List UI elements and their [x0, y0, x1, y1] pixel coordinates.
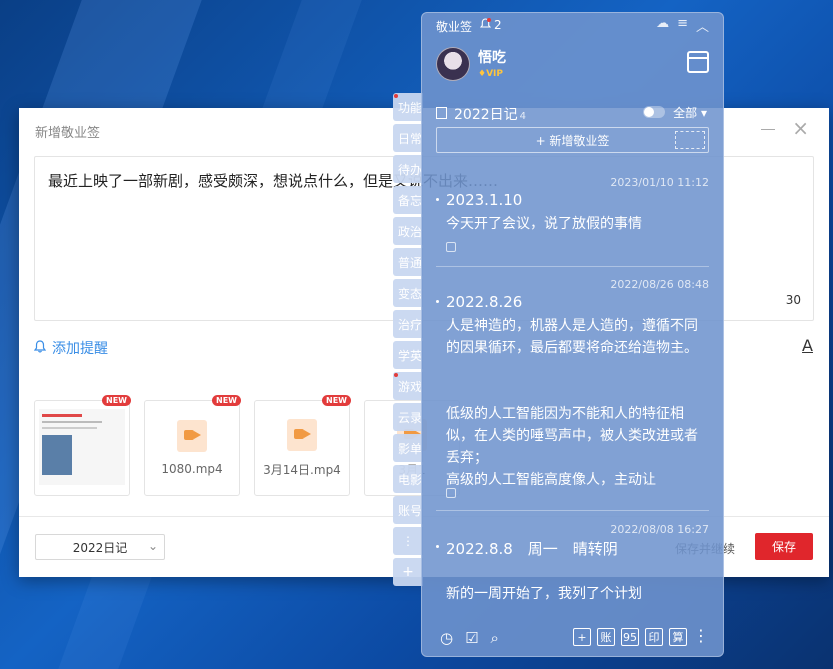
category-tab[interactable]: 功能: [393, 93, 423, 121]
category-tab[interactable]: 待办: [393, 155, 423, 183]
note-time: 2022/08/26 08:48: [610, 278, 709, 291]
note-item[interactable]: 2022/08/26 08:48 2022.8.26 人是神造的，机器人是人造的…: [436, 278, 709, 498]
notebook-select-value: 2022日记: [72, 540, 128, 555]
notes-panel: 敬业签 2 ☁ ≡ ︿ 悟吃 ♦VIP 2022日记 4 全部 ▾ + 新增敬业签…: [421, 12, 724, 657]
cloud-sync-icon[interactable]: ☁: [656, 16, 669, 35]
username: 悟吃: [478, 50, 506, 66]
notebook-select[interactable]: 2022日记 ⌄: [35, 534, 165, 560]
note-body: 高级的人工智能高度像人，主动让: [446, 472, 656, 488]
note-title: 2022.8.26: [446, 293, 523, 311]
notebook-title[interactable]: 2022日记 4: [454, 104, 526, 124]
note-item[interactable]: 2023/01/10 11:12 2023.1.10 今天开了会议，说了放假的事…: [436, 176, 709, 256]
category-tab[interactable]: 日常: [393, 124, 423, 152]
char-count: 30: [785, 293, 801, 307]
category-tab[interactable]: 普通: [393, 248, 423, 276]
collapse-icon[interactable]: ︿: [696, 16, 709, 35]
footer-right-tools: + 账 95 印 算 ⋮: [573, 628, 709, 646]
close-button[interactable]: ×: [792, 118, 809, 138]
attachment-name: 3月14日.mp4: [263, 462, 341, 477]
attachment-name: 1080.mp4: [161, 462, 223, 476]
more-icon[interactable]: ⋮: [693, 628, 709, 646]
add-note-button[interactable]: + 新增敬业签: [436, 127, 709, 153]
notification-icon[interactable]: [479, 18, 492, 33]
chevron-down-icon: ⌄: [147, 539, 158, 553]
add-reminder-button[interactable]: 添加提醒: [33, 338, 108, 358]
filter-dropdown[interactable]: 全部 ▾: [673, 104, 707, 121]
category-tab[interactable]: 治疗: [393, 310, 423, 338]
lock-icon: [446, 242, 456, 252]
count-button[interactable]: 95: [621, 628, 639, 646]
notification-count: 2: [494, 18, 502, 32]
note-body: 低级的人工智能因为不能和人的特征相似，在人类的唾骂声中，被人类改进或者丢弃；: [446, 406, 698, 466]
note-time: 2022/08/08 16:27: [610, 523, 709, 536]
note-body: 人是神造的，机器人是人造的，遵循不同的因果循环，最后都要将命还给造物主。: [446, 318, 698, 356]
add-note-options[interactable]: [675, 131, 705, 149]
header-actions: ☁ ≡ ︿: [656, 16, 709, 35]
note-title: 2023.1.10: [446, 191, 523, 209]
new-badge: NEW: [212, 395, 241, 406]
menu-icon[interactable]: ≡: [677, 16, 688, 35]
calculator-button[interactable]: 算: [669, 628, 687, 646]
footer-left-tools: ◷ ☑ ⌕: [440, 629, 499, 647]
category-tab[interactable]: 政治: [393, 217, 423, 245]
category-tab[interactable]: 云录: [393, 403, 423, 431]
video-file-icon: [177, 420, 207, 452]
user-info: 悟吃 ♦VIP: [422, 37, 723, 99]
note-body: 新的一周开始了，我列了个计划: [446, 586, 642, 602]
clock-icon[interactable]: ◷: [440, 629, 453, 647]
lock-icon: [446, 488, 456, 498]
category-tab[interactable]: 影单: [393, 434, 423, 462]
new-badge: NEW: [102, 395, 131, 406]
avatar[interactable]: [436, 47, 470, 81]
notebook-header: 2022日记 4 全部 ▾: [422, 99, 723, 127]
view-toggle[interactable]: [643, 106, 665, 118]
save-button[interactable]: 保存: [755, 533, 813, 560]
font-style-button[interactable]: A: [802, 336, 813, 355]
checklist-icon[interactable]: ☑: [465, 629, 478, 647]
image-thumbnail: [39, 409, 125, 485]
category-tab[interactable]: 游戏: [393, 372, 423, 400]
search-icon[interactable]: ⌕: [491, 629, 499, 647]
note-time: 2023/01/10 11:12: [610, 176, 709, 189]
bell-icon: [33, 339, 47, 357]
ledger-button[interactable]: 账: [597, 628, 615, 646]
vip-badge: ♦VIP: [478, 69, 503, 79]
note-title: 2022.8.8 周一 晴转阴: [446, 540, 618, 558]
category-tab[interactable]: 学英: [393, 341, 423, 369]
add-reminder-label: 添加提醒: [52, 341, 108, 357]
bookmark-icon: [436, 107, 447, 119]
more-categories-button[interactable]: ⋮: [393, 527, 423, 555]
print-button[interactable]: 印: [645, 628, 663, 646]
calendar-icon[interactable]: [687, 51, 709, 73]
category-tab[interactable]: 备忘: [393, 186, 423, 214]
attachment-video[interactable]: 1080.mp4 NEW: [144, 395, 241, 496]
window-title: 新增敬业签: [35, 126, 101, 141]
video-file-icon: [287, 418, 317, 451]
category-tab[interactable]: 电影: [393, 465, 423, 493]
panel-header: 敬业签 2 ☁ ≡ ︿: [422, 13, 723, 37]
note-item[interactable]: 2022/08/08 16:27 2022.8.8 周一 晴转阴 新的一周开始了…: [436, 523, 709, 613]
new-badge: NEW: [322, 395, 351, 406]
category-tab[interactable]: 变态: [393, 279, 423, 307]
category-tab[interactable]: 账号: [393, 496, 423, 524]
attachment-image[interactable]: NEW: [34, 395, 131, 496]
add-category-button[interactable]: +: [393, 558, 423, 586]
panel-footer: ◷ ☑ ⌕ + 账 95 印 算 ⋮: [422, 616, 723, 656]
minimize-button[interactable]: [761, 122, 775, 136]
add-note-label: + 新增敬业签: [535, 133, 610, 148]
add-tool-button[interactable]: +: [573, 628, 591, 646]
notebook-count: 4: [519, 111, 527, 122]
app-name: 敬业签: [436, 20, 473, 34]
note-body: 今天开了会议，说了放假的事情: [446, 216, 642, 232]
attachment-video[interactable]: 3月14日.mp4 NEW: [254, 395, 351, 496]
